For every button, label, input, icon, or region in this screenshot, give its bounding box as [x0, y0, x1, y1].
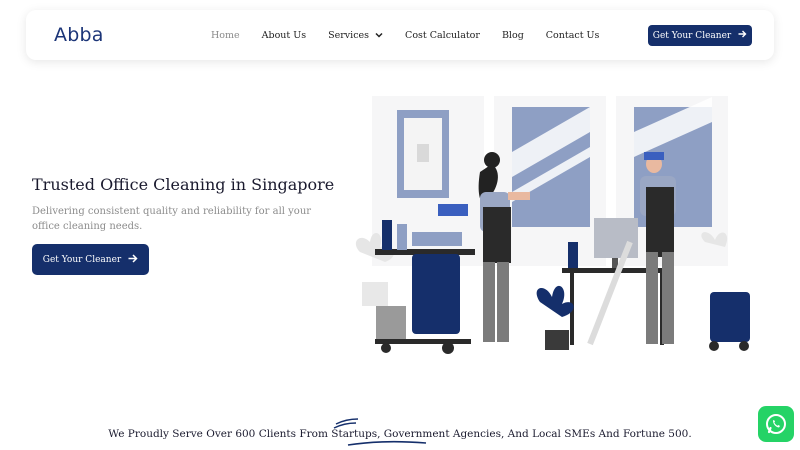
nav-item-blog[interactable]: Blog: [502, 30, 524, 41]
get-cleaner-hero-button[interactable]: Get Your Cleaner: [32, 244, 149, 275]
whatsapp-button[interactable]: [758, 406, 794, 442]
vacuum: [710, 292, 750, 342]
chevron-down-icon: [375, 30, 383, 41]
nav-item-label: Services: [328, 29, 370, 41]
spray-bottle: [382, 220, 392, 250]
nav-item-home[interactable]: Home: [211, 30, 240, 41]
main-nav: Home About Us Services Cost Calculator B…: [211, 10, 621, 60]
monitor: [594, 218, 638, 258]
arrow-right-icon: [738, 30, 747, 41]
cart-bag: [412, 254, 460, 334]
hero-subtitle: Delivering consistent quality and reliab…: [32, 206, 312, 232]
hero-title: Trusted Office Cleaning in Singapore: [32, 175, 335, 194]
arrow-right-icon: [128, 253, 138, 266]
nav-item-label: Cost Calculator: [405, 29, 480, 41]
button-label: Get Your Cleaner: [42, 254, 122, 265]
site-header: Abba Home About Us Services Cost Calcula…: [26, 10, 774, 60]
whatsapp-icon: [766, 414, 786, 434]
nav-item-contact[interactable]: Contact Us: [546, 30, 600, 41]
nav-item-about[interactable]: About Us: [262, 30, 307, 41]
logo[interactable]: Abba: [54, 24, 104, 46]
nav-item-cost-calculator[interactable]: Cost Calculator: [405, 30, 480, 41]
get-cleaner-header-button[interactable]: Get Your Cleaner: [648, 25, 752, 46]
picture-detail: [417, 144, 429, 162]
nav-item-label: Contact Us: [545, 29, 600, 41]
bucket: [376, 306, 406, 340]
nav-item-label: Blog: [501, 29, 524, 41]
nav-item-services[interactable]: Services: [328, 30, 383, 41]
office-cleaning-illustration: [355, 96, 750, 354]
plant: [536, 285, 574, 317]
nav-item-label: Home: [211, 29, 240, 41]
button-label: Get Your Cleaner: [652, 30, 732, 41]
apron: [646, 187, 674, 257]
logo-text: Abba: [54, 24, 104, 46]
nav-item-label: About Us: [261, 29, 307, 41]
clients-tagline: We Proudly Serve Over 600 Clients From S…: [108, 428, 692, 440]
apron: [483, 207, 511, 263]
